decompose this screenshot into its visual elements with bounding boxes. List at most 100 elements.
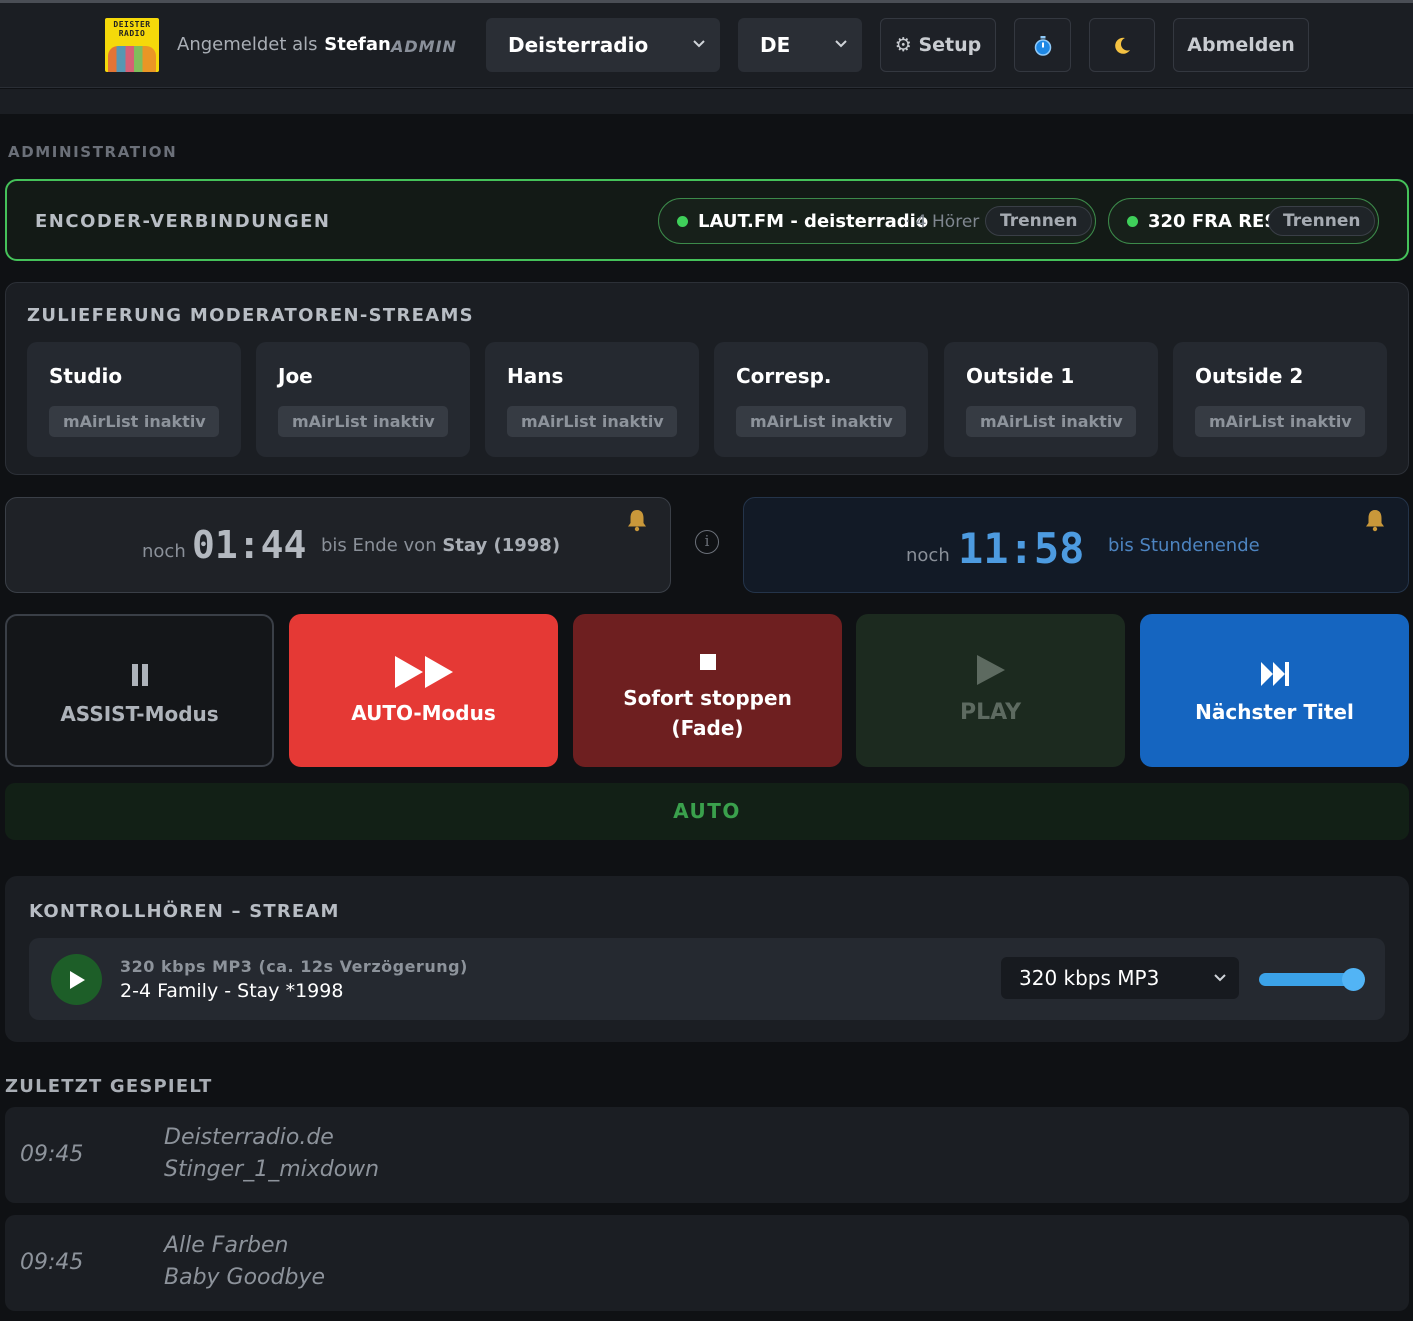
list-item: 09:45 Alle Farben Baby Goodbye bbox=[5, 1215, 1409, 1311]
auto-mode-button[interactable]: AUTO-Modus bbox=[289, 614, 558, 767]
setup-button[interactable]: ⚙ Setup bbox=[880, 18, 996, 72]
play-label: PLAY bbox=[960, 700, 1021, 725]
stream-meta: 320 kbps MP3 (ca. 12s Verzögerung) bbox=[120, 957, 468, 976]
listener-count: · 4 Hörer bbox=[905, 212, 980, 232]
disconnect-button[interactable]: Trennen bbox=[1268, 206, 1376, 236]
stopwatch-icon bbox=[1033, 34, 1053, 56]
quality-select-value: 320 kbps MP3 bbox=[1019, 966, 1160, 990]
stream-name: Outside 1 bbox=[966, 364, 1075, 388]
pause-icon bbox=[7, 663, 272, 692]
track-remaining-timer: noch 01:44 bis Ende von Stay (1998) bbox=[5, 497, 671, 593]
bell-icon[interactable] bbox=[626, 508, 648, 532]
encoder-connection: LAUT.FM - deisterradio · 4 Hörer Trennen bbox=[658, 198, 1096, 244]
stream-card-hans: Hans mAirList inaktiv bbox=[485, 342, 699, 457]
chevron-down-icon bbox=[692, 18, 706, 94]
played-artist: Alle Farben bbox=[164, 1233, 289, 1258]
language-select[interactable]: DE bbox=[738, 18, 862, 72]
encoder-panel: ENCODER-VERBINDUNGEN LAUT.FM - deisterra… bbox=[5, 179, 1409, 261]
monitor-title: KONTROLLHÖREN – STREAM bbox=[29, 901, 340, 922]
play-icon bbox=[70, 971, 85, 989]
stream-card-joe: Joe mAirList inaktiv bbox=[256, 342, 470, 457]
played-title: Stinger_1_mixdown bbox=[164, 1157, 380, 1182]
stream-card-outside-1: Outside 1 mAirList inaktiv bbox=[944, 342, 1158, 457]
dark-mode-toggle[interactable] bbox=[1089, 18, 1155, 72]
assist-mode-button[interactable]: ASSIST-Modus bbox=[5, 614, 274, 767]
moderator-streams-panel: ZULIEFERUNG MODERATOREN-STREAMS Studio m… bbox=[5, 282, 1409, 475]
stop-label-line1: Sofort stoppen bbox=[623, 686, 792, 710]
hour-remaining-timer: noch 11:58 bis Stundenende bbox=[743, 497, 1409, 593]
streams-title: ZULIEFERUNG MODERATOREN-STREAMS bbox=[27, 305, 474, 326]
timer-prefix: noch bbox=[142, 541, 186, 562]
stop-icon bbox=[573, 652, 842, 676]
moon-icon bbox=[1112, 34, 1132, 56]
list-item: 09:45 Deisterradio.de Stinger_1_mixdown bbox=[5, 1107, 1409, 1203]
next-track-label: Nächster Titel bbox=[1195, 700, 1354, 724]
current-track-title: Stay (1998) bbox=[442, 535, 561, 556]
encoder-connection-name: LAUT.FM - deisterradio bbox=[698, 211, 929, 232]
monitor-panel: KONTROLLHÖREN – STREAM 320 kbps MP3 (ca.… bbox=[5, 876, 1409, 1042]
encoder-connection-name: 320 FRA RES bbox=[1148, 211, 1278, 232]
timer-button[interactable] bbox=[1014, 18, 1071, 72]
played-title: Baby Goodbye bbox=[164, 1265, 326, 1290]
logout-button[interactable]: Abmelden bbox=[1173, 18, 1309, 72]
status-dot-icon bbox=[1127, 216, 1138, 227]
header-divider-strip bbox=[0, 89, 1413, 114]
auto-mode-label: AUTO-Modus bbox=[351, 701, 496, 725]
login-info: Angemeldet als Stefan bbox=[177, 34, 391, 55]
fast-forward-icon bbox=[289, 655, 558, 694]
stream-status: mAirList inaktiv bbox=[507, 406, 677, 437]
info-icon[interactable]: i bbox=[695, 530, 719, 554]
hour-remaining-time: 11:58 bbox=[958, 524, 1085, 573]
timer-suffix-text: bis Ende von bbox=[321, 535, 437, 556]
station-select-value: Deisterradio bbox=[508, 33, 649, 57]
stream-card-outside-2: Outside 2 mAirList inaktiv bbox=[1173, 342, 1387, 457]
stream-status: mAirList inaktiv bbox=[49, 406, 219, 437]
volume-slider-handle[interactable] bbox=[1342, 968, 1365, 991]
stop-fade-button[interactable]: Sofort stoppen (Fade) bbox=[573, 614, 842, 767]
monitor-play-button[interactable] bbox=[51, 954, 102, 1005]
volume-slider[interactable] bbox=[1259, 968, 1365, 991]
stream-name: Outside 2 bbox=[1195, 364, 1304, 388]
played-time: 09:45 bbox=[20, 1250, 84, 1275]
mode-status-bar: AUTO bbox=[5, 783, 1409, 840]
stream-name: Hans bbox=[507, 364, 564, 388]
stream-status: mAirList inaktiv bbox=[736, 406, 906, 437]
stream-name: Joe bbox=[278, 364, 313, 388]
recent-title: ZULETZT GESPIELT bbox=[5, 1076, 213, 1097]
stream-name: Studio bbox=[49, 364, 123, 388]
quality-select[interactable]: 320 kbps MP3 bbox=[1001, 957, 1239, 999]
stream-player: 320 kbps MP3 (ca. 12s Verzögerung) 2-4 F… bbox=[29, 938, 1385, 1020]
played-time: 09:45 bbox=[20, 1142, 84, 1167]
stream-status: mAirList inaktiv bbox=[966, 406, 1136, 437]
language-select-value: DE bbox=[760, 33, 791, 57]
chevron-down-icon bbox=[834, 18, 848, 94]
encoder-connection: 320 FRA RES Trennen bbox=[1108, 198, 1379, 244]
bell-icon[interactable] bbox=[1364, 508, 1386, 532]
stop-label-line2: (Fade) bbox=[671, 716, 744, 740]
play-icon bbox=[856, 654, 1125, 691]
admin-section-label: ADMINISTRATION bbox=[8, 143, 178, 161]
timer-prefix: noch bbox=[906, 545, 950, 566]
station-select[interactable]: Deisterradio bbox=[486, 18, 720, 72]
next-track-button[interactable]: Nächster Titel bbox=[1140, 614, 1409, 767]
header-bar: DEISTER RADIO Angemeldet als Stefan ADMI… bbox=[0, 3, 1413, 88]
stream-card-studio: Studio mAirList inaktiv bbox=[27, 342, 241, 457]
encoder-title: ENCODER-VERBINDUNGEN bbox=[35, 211, 331, 232]
chevron-down-icon bbox=[1213, 957, 1227, 1015]
setup-label: Setup bbox=[918, 34, 982, 56]
user-name: Stefan bbox=[324, 34, 391, 55]
stream-card-corresp: Corresp. mAirList inaktiv bbox=[714, 342, 928, 457]
assist-mode-label: ASSIST-Modus bbox=[60, 702, 219, 726]
logo-text: DEISTER RADIO bbox=[113, 20, 151, 38]
skip-next-icon bbox=[1140, 661, 1409, 692]
stream-status: mAirList inaktiv bbox=[1195, 406, 1365, 437]
station-logo: DEISTER RADIO bbox=[105, 18, 159, 72]
gear-icon: ⚙ bbox=[894, 34, 912, 56]
role-badge: ADMIN bbox=[391, 37, 457, 56]
stream-name: Corresp. bbox=[736, 364, 832, 388]
play-button[interactable]: PLAY bbox=[856, 614, 1125, 767]
status-dot-icon bbox=[677, 216, 688, 227]
timer-suffix: bis Stundenende bbox=[1108, 535, 1260, 556]
disconnect-button[interactable]: Trennen bbox=[985, 206, 1093, 236]
login-prefix: Angemeldet als bbox=[177, 34, 318, 55]
